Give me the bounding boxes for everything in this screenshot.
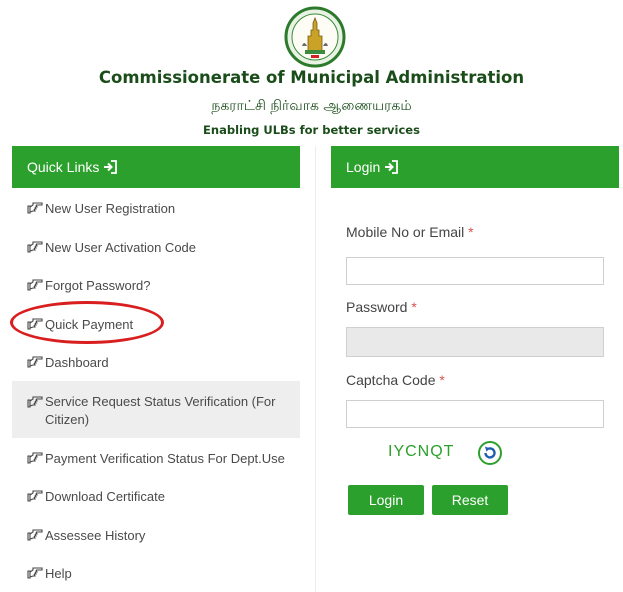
- reset-button[interactable]: Reset: [432, 485, 508, 515]
- hand-pointer-icon: [27, 451, 43, 464]
- quick-link-label: New User Activation Code: [45, 239, 197, 255]
- quick-link-dashboard[interactable]: Dashboard: [12, 342, 300, 381]
- quick-links-heading: Quick Links: [12, 146, 300, 188]
- password-label-text: Password: [346, 299, 408, 315]
- quick-link-payment-verification-status[interactable]: Payment Verification Status For Dept.Use: [12, 438, 300, 477]
- quick-link-new-user-registration[interactable]: New User Registration: [12, 188, 300, 227]
- login-heading: Login: [331, 146, 619, 188]
- tagline: Enabling ULBs for better services: [203, 123, 420, 137]
- red-annotation-ellipse: [10, 301, 164, 344]
- password-input[interactable]: [346, 327, 604, 357]
- quick-links-heading-label: Quick Links: [27, 159, 100, 175]
- login-heading-label: Login: [346, 159, 381, 175]
- quick-link-label: Service Request Status Verification (For…: [45, 393, 276, 427]
- captcha-input[interactable]: [346, 400, 604, 428]
- hand-pointer-icon: [27, 202, 43, 214]
- login-button[interactable]: Login: [348, 485, 424, 515]
- quick-links-list: New User Registration New User Activatio…: [12, 188, 300, 592]
- quick-link-label: Assessee History: [45, 527, 146, 543]
- quick-link-label: New User Registration: [45, 201, 176, 216]
- quick-link-forgot-password[interactable]: Forgot Password?: [12, 265, 300, 304]
- quick-link-label: Dashboard: [45, 355, 109, 370]
- quick-link-help[interactable]: Help: [12, 553, 300, 592]
- hand-pointer-icon: [27, 528, 43, 541]
- mobile-email-input[interactable]: [346, 257, 604, 285]
- hand-pointer-icon: [27, 490, 43, 502]
- hand-pointer-icon: [27, 567, 43, 579]
- captcha-label: Captcha Code *: [346, 372, 445, 388]
- hand-pointer-icon: [27, 279, 43, 291]
- quick-link-label: Payment Verification Status For Dept.Use: [45, 450, 285, 466]
- hand-pointer-icon: [27, 395, 43, 408]
- hand-pointer-icon: [27, 240, 43, 253]
- quick-link-label: Download Certificate: [45, 489, 165, 504]
- password-label: Password *: [346, 299, 417, 315]
- quick-link-download-certificate[interactable]: Download Certificate: [12, 476, 300, 515]
- quick-link-label: Forgot Password?: [45, 278, 151, 293]
- mobile-email-label-text: Mobile No or Email: [346, 224, 465, 240]
- captcha-label-text: Captcha Code: [346, 372, 436, 388]
- page-title-tamil: நகராட்சி நிர்வாக ஆணையரகம்: [211, 98, 412, 114]
- sign-in-icon: [104, 160, 118, 174]
- column-divider: [315, 146, 316, 592]
- hand-pointer-icon: [27, 356, 43, 368]
- page-title: Commissionerate of Municipal Administrat…: [98, 68, 525, 87]
- tamil-nadu-emblem-icon: [284, 6, 346, 68]
- quick-link-label: Help: [45, 566, 72, 581]
- quick-link-new-user-activation-code[interactable]: New User Activation Code: [12, 227, 300, 266]
- quick-link-service-request-status[interactable]: Service Request Status Verification (For…: [12, 380, 300, 438]
- required-mark: *: [411, 299, 417, 315]
- required-mark: *: [468, 224, 474, 240]
- mobile-email-label: Mobile No or Email *: [346, 224, 474, 240]
- sign-in-icon: [385, 160, 399, 174]
- required-mark: *: [439, 372, 445, 388]
- captcha-image-text: IYCNQT: [388, 443, 455, 460]
- refresh-icon[interactable]: [478, 441, 502, 465]
- quick-link-assessee-history[interactable]: Assessee History: [12, 515, 300, 554]
- page-header: Commissionerate of Municipal Administrat…: [0, 0, 623, 140]
